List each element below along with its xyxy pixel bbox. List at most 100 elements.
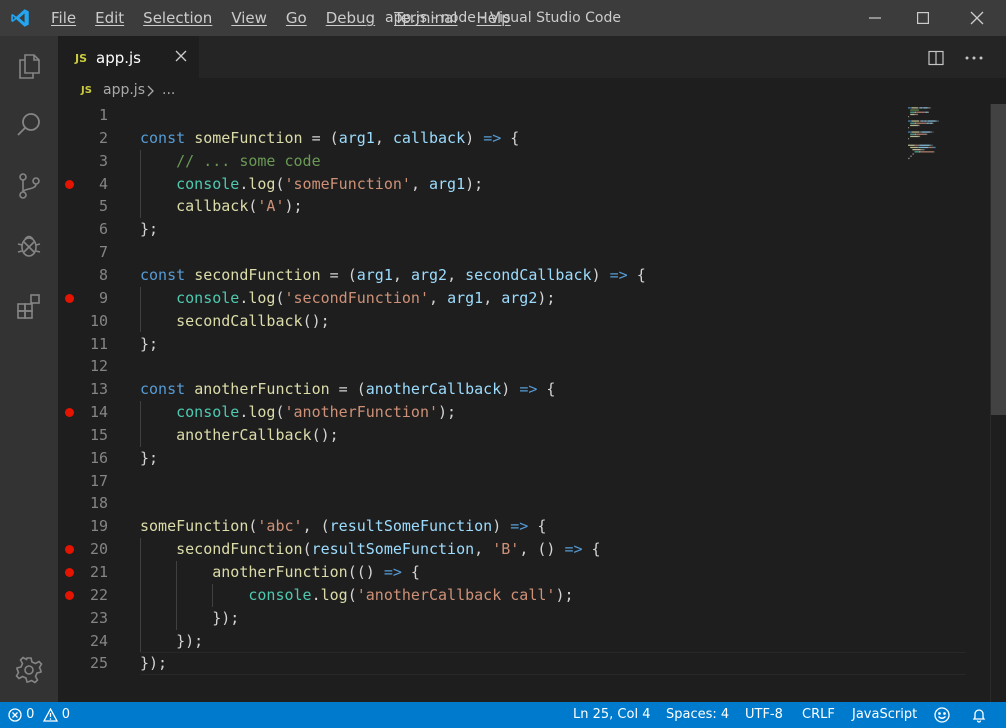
maximize-button[interactable] [900, 0, 946, 36]
vertical-scrollbar[interactable] [990, 104, 1006, 702]
code-line[interactable]: 3 // ... some code [58, 150, 988, 173]
menu-bar: File Edit Selection View Go Debug Termin… [51, 0, 530, 36]
minimap-token [914, 122, 917, 124]
line-number: 17 [89, 471, 108, 490]
minimap-token [916, 113, 918, 116]
code-line[interactable]: 20 secondFunction(resultSomeFunction, 'B… [58, 538, 988, 561]
extensions-button[interactable] [0, 284, 58, 328]
menu-edit[interactable]: Edit [95, 9, 124, 27]
code-line[interactable]: 6}; [58, 218, 988, 241]
code-text: console.log('secondFunction', arg1, arg2… [176, 288, 556, 307]
feedback-button[interactable] [934, 707, 950, 727]
minimap-token [929, 144, 931, 146]
menu-terminal[interactable]: Terminal [394, 9, 457, 27]
minimap-token [910, 135, 919, 138]
scrollbar-thumb[interactable] [991, 104, 1006, 415]
menu-selection[interactable]: Selection [143, 9, 212, 27]
line-number: 8 [98, 265, 108, 284]
code-line[interactable]: 1 [58, 104, 988, 127]
explorer-button[interactable] [0, 44, 58, 88]
language-mode[interactable]: JavaScript [852, 707, 917, 722]
search-icon [17, 113, 40, 136]
minimap-token [919, 120, 922, 122]
code-line[interactable]: 10 secondCallback(); [58, 310, 988, 333]
split-editor-button[interactable] [924, 46, 948, 70]
warning-icon [42, 707, 58, 722]
close-window-button[interactable] [954, 0, 1000, 36]
chevron-right-icon [147, 85, 154, 97]
code-line[interactable]: 18 [58, 492, 988, 515]
source-control-icon [19, 173, 40, 199]
notifications-button[interactable] [971, 707, 987, 727]
source-control-button[interactable] [0, 164, 58, 208]
line-number: 20 [89, 540, 108, 559]
breadcrumb-file[interactable]: app.js [103, 82, 145, 98]
minimap-token [936, 120, 938, 122]
split-editor-icon [928, 50, 944, 66]
menu-go[interactable]: Go [286, 9, 307, 27]
minimap-token [923, 107, 928, 109]
code-line[interactable]: 21 anotherFunction(() => { [58, 561, 988, 584]
code-line[interactable]: 24 }); [58, 630, 988, 653]
code-line[interactable]: 17 [58, 470, 988, 493]
code-line[interactable]: 2 const someFunction = (arg1, callback) =… [58, 127, 988, 150]
problems-indicator[interactable]: 0 0 [8, 707, 70, 722]
code-line[interactable]: 22 console.log('anotherCallback call'); [58, 584, 988, 607]
minimize-button[interactable] [852, 0, 898, 36]
more-actions-button[interactable] [962, 46, 986, 70]
line-number: 21 [89, 563, 108, 581]
code-line[interactable]: 11}; [58, 333, 988, 356]
code-line[interactable]: 15 anotherCallback(); [58, 424, 988, 447]
minimap-token [910, 146, 918, 149]
title-bar: File Edit Selection View Go Debug Termin… [0, 0, 1006, 36]
minimap-token [928, 146, 930, 149]
breadcrumb-symbol[interactable]: ... [162, 82, 175, 98]
debug-icon [17, 235, 41, 257]
tab-app-js[interactable]: JS app.js [58, 36, 199, 78]
minimap-token [930, 122, 933, 124]
minimap-token [924, 120, 927, 122]
menu-help[interactable]: Help [476, 9, 510, 27]
manage-button[interactable] [0, 648, 58, 692]
code-line[interactable]: 19 someFunction('abc', (resultSomeFunctio… [58, 515, 988, 538]
indentation[interactable]: Spaces: 4 [666, 707, 729, 722]
code-line[interactable]: 25}); [58, 652, 988, 676]
menu-file[interactable]: File [51, 9, 76, 27]
debug-button[interactable] [0, 224, 58, 268]
code-line[interactable]: 5 callback('A'); [58, 195, 988, 218]
minimap-token [926, 133, 928, 135]
minimap-token [927, 107, 929, 109]
menu-view[interactable]: View [231, 9, 267, 27]
error-icon [8, 707, 22, 722]
code-line[interactable]: 12 [58, 355, 988, 378]
code-line[interactable]: 8 const secondFunction = (arg1, arg2, sec… [58, 264, 988, 287]
menu-debug[interactable]: Debug [326, 9, 375, 27]
indent-guide [140, 401, 141, 447]
explorer-icon [19, 54, 40, 79]
minimap-token [914, 144, 916, 146]
minimap-token [908, 116, 910, 118]
encoding[interactable]: UTF-8 [745, 707, 783, 722]
line-ending[interactable]: CRLF [802, 707, 835, 722]
code-line[interactable]: 23 }); [58, 607, 988, 630]
settings-gear-icon [15, 656, 43, 684]
minimap-token [922, 107, 924, 109]
code-line[interactable]: 16}; [58, 447, 988, 470]
code-text: }; [140, 334, 159, 353]
code-text: }; [140, 448, 159, 467]
code-text: }; [140, 220, 159, 239]
search-button[interactable] [0, 103, 58, 147]
code-line[interactable]: 14 console.log('anotherFunction'); [58, 401, 988, 424]
tab-close-button[interactable] [171, 46, 191, 66]
minimap[interactable] [908, 104, 990, 164]
tab-bar: JS app.js [58, 36, 1006, 78]
cursor-position[interactable]: Ln 25, Col 4 [573, 707, 650, 722]
code-editor[interactable]: 1 2 const someFunction = (arg1, callback) … [58, 104, 990, 702]
code-line[interactable]: 9 console.log('secondFunction', arg1, ar… [58, 287, 988, 310]
code-text: callback('A'); [176, 197, 303, 216]
minimap-token [908, 157, 910, 160]
minimap-token [908, 131, 911, 133]
code-line[interactable]: 7 [58, 241, 988, 264]
code-line[interactable]: 13 const anotherFunction = (anotherCallba… [58, 378, 988, 401]
code-line[interactable]: 4 console.log('someFunction', arg1); [58, 173, 988, 196]
